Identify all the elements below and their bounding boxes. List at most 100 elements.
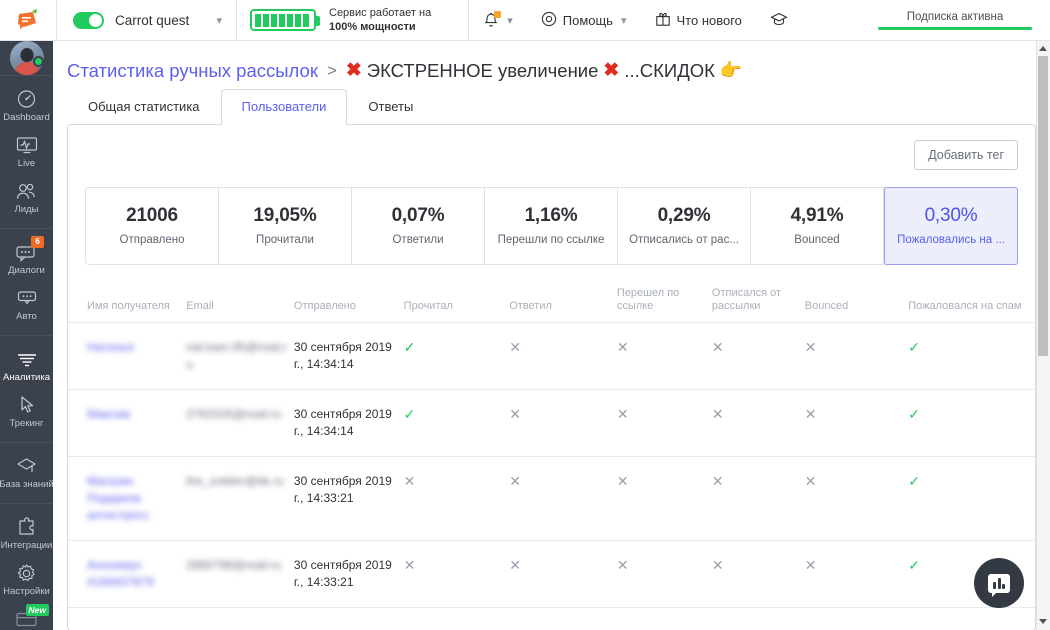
chat-stats-bubble-icon (988, 573, 1010, 597)
sidebar-item-label: Интеграции (0, 540, 53, 551)
check-icon: ✓ (403, 339, 416, 355)
cross-icon: ✕ (509, 339, 521, 355)
breadcrumb-parent-link[interactable]: Статистика ручных рассылок (67, 60, 318, 82)
project-active-toggle[interactable] (73, 11, 104, 29)
sidebar-item-analytics[interactable]: Аналитика (0, 342, 53, 388)
sidebar-item-label: Dashboard (3, 112, 50, 123)
whats-new-label: Что нового (676, 12, 742, 28)
cross-icon: ✕ (804, 406, 817, 422)
sidebar-item-live[interactable]: Live (0, 128, 53, 174)
chevron-down-icon[interactable]: ▾ (200, 14, 222, 27)
stat-card-read[interactable]: 19,05% Прочитали (219, 188, 352, 264)
cell-unsubscribed: ✕ (711, 389, 805, 457)
chevron-down-icon[interactable]: ▾ (505, 14, 513, 27)
avatar-face (20, 48, 33, 62)
notifications-button[interactable]: ▾ (469, 0, 527, 41)
table-row[interactable]: Максим 2762026@mail.ru 30 сентября 2019 … (68, 389, 1035, 457)
cell-bounced: ✕ (804, 540, 909, 608)
whats-new-button[interactable]: Что нового (641, 0, 756, 41)
row-spacer (68, 389, 87, 457)
table-row[interactable]: Наталья nat.kam.95@mail.ru 30 сентября 2… (68, 322, 1035, 390)
cross-icon: ✕ (804, 339, 817, 355)
project-selector[interactable]: Carrot quest ▾ (57, 0, 237, 41)
status-badge-online (33, 56, 44, 67)
stat-value: 0,07% (391, 205, 445, 226)
cell-replied: ✕ (509, 540, 617, 608)
scroll-up-arrow-icon[interactable] (1039, 46, 1047, 51)
cell-replied: ✕ (509, 322, 617, 390)
stat-value: 4,91% (790, 205, 844, 226)
scroll-down-arrow-icon[interactable] (1039, 619, 1047, 624)
email-redacted: nat.kam.95@mail.ru (186, 340, 288, 371)
sidebar-item-label: База знаний (0, 479, 53, 490)
stat-card-bounced[interactable]: 4,91% Bounced (751, 188, 884, 264)
pointing-hand-icon: 👉 (719, 60, 743, 80)
col-read: Прочитал (403, 300, 453, 312)
help-menu[interactable]: Помощь ▾ (527, 0, 641, 41)
stat-card-clicked[interactable]: 1,16% Перешли по ссылке (485, 188, 618, 264)
sidebar-item-settings[interactable]: Настройки (0, 556, 53, 602)
cross-icon: ✕ (403, 473, 416, 489)
sidebar-item-tracking[interactable]: Трекинг (0, 388, 53, 434)
cell-read: ✓ (403, 322, 510, 390)
stat-card-unsubscribed[interactable]: 0,29% Отписались от рас... (618, 188, 751, 264)
vertical-scrollbar-thumb[interactable] (1038, 56, 1048, 356)
stat-card-replied[interactable]: 0,07% Ответили (352, 188, 485, 264)
academy-button[interactable] (756, 0, 802, 41)
cross-icon: ✕ (711, 406, 724, 422)
sidebar-item-dialogs[interactable]: 6 Диалоги (0, 235, 53, 281)
cross-icon: ✕ (711, 339, 724, 355)
cell-spam: ✓ (908, 456, 1035, 541)
tab-answers[interactable]: Ответы (347, 89, 434, 124)
cell-unsubscribed: ✕ (711, 456, 805, 541)
recipient-name-redacted: Анонимус #169437879 (87, 558, 154, 589)
table-header-row: Имя получателя Email Отправлено Прочитал… (68, 287, 1035, 323)
tab-general-statistics[interactable]: Общая статистика (67, 89, 221, 124)
sidebar-item-label: Трекинг (9, 418, 44, 429)
breadcrumb-separator: > (326, 60, 337, 80)
add-tag-button[interactable]: Добавить тег (914, 140, 1018, 170)
sidebar-group-4: База знаний (0, 443, 53, 504)
recipient-name-redacted: Наталья (87, 340, 134, 354)
table-row[interactable]: Магазин Подарков антистресс the_soldier@… (68, 456, 1035, 541)
cell-read: ✕ (403, 456, 510, 541)
cross-icon: ✕ (804, 473, 817, 489)
table-row[interactable]: Анонимус #169437879 2880796@mail.ru 30 с… (68, 540, 1035, 608)
col-bounced: Bounced (804, 300, 849, 312)
red-x-icon: ✖ (603, 60, 620, 81)
cell-spam: ✓ (908, 389, 1035, 457)
sidebar-item-leads[interactable]: Лиды (0, 174, 53, 220)
tab-users[interactable]: Пользователи (220, 89, 348, 125)
chevron-down-icon[interactable]: ▾ (619, 14, 627, 27)
app-logo[interactable] (0, 0, 57, 41)
app-root: Carrot quest ▾ Сервис работает на 100% м… (0, 0, 1050, 630)
cell-replied: ✕ (509, 389, 617, 457)
stat-card-sent[interactable]: 21006 Отправлено (86, 188, 219, 264)
sidebar-item-dashboard[interactable]: Dashboard (0, 82, 53, 128)
cell-recipient-name: Магазин Подарков антистресс (87, 456, 187, 541)
chat-widget-button[interactable] (974, 558, 1024, 608)
cell-read: ✕ (403, 540, 510, 608)
knowledge-cap-icon (14, 455, 40, 477)
cell-replied: ✕ (509, 456, 617, 541)
auto-message-icon (14, 287, 40, 309)
sidebar-item-billing[interactable]: New Оплата (0, 602, 53, 630)
check-icon: ✓ (908, 557, 920, 573)
sidebar-group-5: Интеграции Настройки New (0, 504, 53, 630)
page-title: ✖ ЭКСТРЕННОЕ увеличение ✖ ...СКИДОК 👉 (346, 59, 742, 82)
cell-recipient-name: Анонимус #169437879 (87, 540, 187, 608)
col-unsubscribed: Отписался от рассылки (711, 287, 782, 312)
settings-gear-icon (14, 562, 40, 584)
row-spacer (68, 456, 87, 541)
sidebar-item-auto[interactable]: Авто (0, 281, 53, 327)
sidebar-item-knowledge-base[interactable]: База знаний (0, 449, 53, 495)
cross-icon: ✕ (509, 557, 521, 573)
cell-sent: 30 сентября 2019 г., 14:33:21 (293, 540, 404, 608)
stat-caption: Bounced (794, 234, 840, 246)
stat-card-spam[interactable]: 0,30% Пожаловались на ... (884, 187, 1018, 265)
red-x-icon: ✖ (345, 60, 362, 81)
cross-icon: ✕ (509, 406, 521, 422)
user-avatar-area[interactable] (0, 41, 53, 76)
sidebar-item-integrations[interactable]: Интеграции (0, 510, 53, 556)
carrot-quest-logo-icon (16, 8, 40, 32)
